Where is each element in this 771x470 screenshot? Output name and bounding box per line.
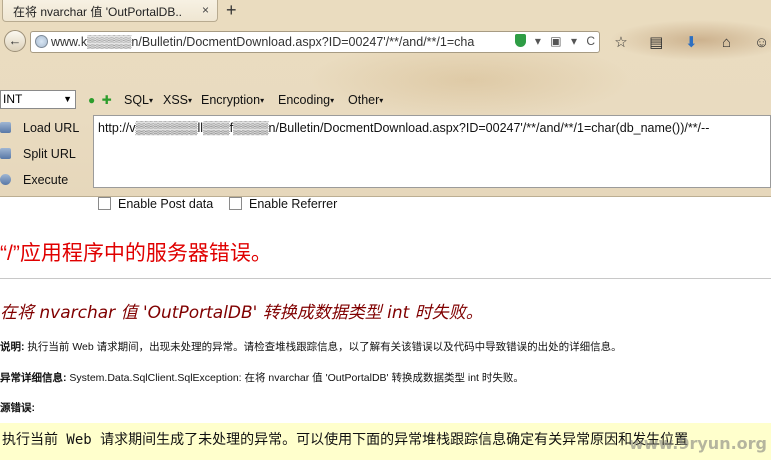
url-text[interactable]: www.k▒▒▒▒▒n/Bulletin/DocmentDownload.asp… <box>51 35 506 49</box>
enable-post-label: Enable Post data <box>118 197 214 211</box>
enable-referrer-label: Enable Referrer <box>249 197 338 211</box>
download-icon[interactable]: ⬇ <box>680 33 702 51</box>
error-description: 说明: 执行当前 Web 请求期间，出现未处理的异常。请检查堆栈跟踪信息，以了解… <box>0 339 622 354</box>
reload-icon[interactable]: C <box>586 34 595 48</box>
address-bar[interactable]: www.k▒▒▒▒▒n/Bulletin/DocmentDownload.asp… <box>30 31 600 53</box>
error-subtitle: 在将 nvarchar 值 'OutPortalDB' 转换成数据类型 int … <box>0 303 483 323</box>
menu-xss-label: XSS <box>163 93 189 107</box>
split-url-label: Split URL <box>23 147 76 161</box>
hackbar-url-textarea[interactable]: http://v▒▒▒▒▒▒▒ll▒▒▒f▒▒▒▒n/Bulletin/Docm… <box>93 115 771 188</box>
caret-icon: ▾ <box>379 96 384 105</box>
menu-encryption-label: Encryption <box>201 93 261 107</box>
menu-sql[interactable]: SQL▾ <box>124 93 153 107</box>
toolbar-icons: ☆ ▤ ⬇ ⌂ ☺ <box>610 33 771 51</box>
exception-text: System.Data.SqlClient.SqlException: 在将 n… <box>66 372 524 384</box>
caret-icon: ▾ <box>188 96 193 105</box>
load-url-icon <box>0 122 11 133</box>
execute-icon <box>0 174 11 185</box>
menu-encoding-label: Encoding <box>278 93 331 107</box>
checkbox-box[interactable] <box>229 197 242 210</box>
bookmark-star-icon[interactable]: ☆ <box>610 33 632 51</box>
menu-encoding[interactable]: Encoding▾ <box>278 93 334 107</box>
load-url-button[interactable]: Load URL <box>0 121 79 135</box>
execute-button[interactable]: Execute <box>0 173 68 187</box>
divider <box>0 278 771 279</box>
caret-icon: ▾ <box>330 96 335 105</box>
execute-label: Execute <box>23 173 69 187</box>
menu-other[interactable]: Other▾ <box>348 93 383 107</box>
caret-icon: ▾ <box>260 96 265 105</box>
exception-details: 异常详细信息: System.Data.SqlClient.SqlExcepti… <box>0 370 524 385</box>
caret-icon: ▾ <box>149 96 154 105</box>
error-title: “/”应用程序中的服务器错误。 <box>0 242 272 265</box>
tab-active[interactable]: 在将 nvarchar 值 'OutPortalDB... × <box>2 0 218 22</box>
description-text: 执行当前 Web 请求期间，出现未处理的异常。请检查堆栈跟踪信息，以了解有关该错… <box>24 341 622 353</box>
menu-other-label: Other <box>348 93 380 107</box>
hackbar-url-text[interactable]: http://v▒▒▒▒▒▒▒ll▒▒▒f▒▒▒▒n/Bulletin/Docm… <box>98 121 709 135</box>
browser-chrome: 在将 nvarchar 值 'OutPortalDB... × + ← www.… <box>0 0 771 211</box>
source-error-text: 执行当前 Web 请求期间生成了未处理的异常。可以使用下面的异常堆栈跟踪信息确定… <box>2 432 689 448</box>
tab-bar: 在将 nvarchar 值 'OutPortalDB... × + <box>0 0 771 22</box>
chevron-down-icon: ▼ <box>63 94 72 104</box>
source-label: 源错误: <box>0 402 35 414</box>
site-globe-icon <box>35 35 48 48</box>
checkbox-box[interactable] <box>98 197 111 210</box>
reader-view-icon[interactable]: ▣ <box>550 34 561 48</box>
watermark: www.9ryun.org <box>628 434 767 453</box>
exception-label: 异常详细信息: <box>0 372 67 384</box>
history-dropdown-icon[interactable]: ▾ <box>571 34 577 48</box>
bookmarks-list-icon[interactable]: ▤ <box>645 33 667 51</box>
home-icon[interactable]: ⌂ <box>716 34 738 51</box>
decrement-icon[interactable]: ● <box>88 93 95 107</box>
split-url-icon <box>0 148 11 159</box>
tab-title: 在将 nvarchar 值 'OutPortalDB... <box>13 5 183 19</box>
hackbar-increment-controls: ● ✚ <box>88 93 112 107</box>
enable-referrer-checkbox[interactable]: Enable Referrer <box>229 197 337 211</box>
source-error-heading: 源错误: <box>0 400 35 415</box>
menu-xss[interactable]: XSS▾ <box>163 93 192 107</box>
menu-sql-label: SQL <box>124 93 150 107</box>
account-icon[interactable]: ☺ <box>751 34 771 51</box>
select-value: INT <box>3 92 23 106</box>
tab-close-icon[interactable]: × <box>202 3 209 17</box>
split-url-button[interactable]: Split URL <box>0 147 76 161</box>
enable-post-checkbox[interactable]: Enable Post data <box>98 197 213 211</box>
shield-icon[interactable] <box>514 34 526 47</box>
back-button[interactable]: ← <box>4 30 26 52</box>
url-bar-icons: ▾ ▣ ▾ C <box>509 34 595 48</box>
dropdown-icon[interactable]: ▾ <box>535 34 541 48</box>
hackbar-type-select[interactable]: INT ▼ <box>0 90 76 109</box>
menu-encryption[interactable]: Encryption▾ <box>201 93 264 107</box>
increment-icon[interactable]: ✚ <box>102 93 112 107</box>
description-label: 说明: <box>0 341 25 353</box>
new-tab-button[interactable]: + <box>226 0 237 20</box>
load-url-label: Load URL <box>23 121 80 135</box>
